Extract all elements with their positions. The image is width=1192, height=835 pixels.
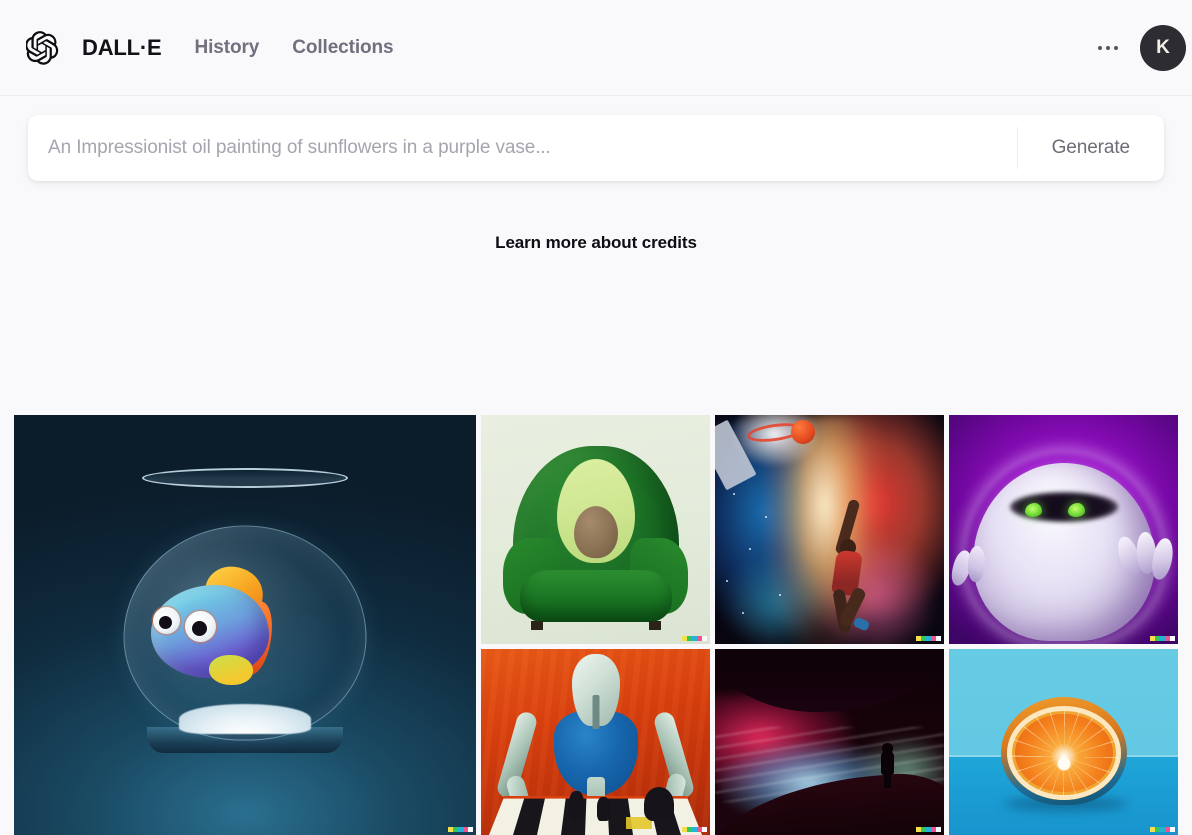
dot	[1106, 46, 1110, 50]
credits-row: Learn more about credits	[0, 181, 1192, 305]
dot	[1114, 46, 1118, 50]
nav-history[interactable]: History	[194, 37, 259, 59]
orange-half-artwork	[949, 649, 1178, 835]
brand-group: DALL·E	[25, 30, 162, 65]
gallery-column-hero	[14, 415, 476, 835]
ellipsis-horizontal-icon[interactable]	[1086, 36, 1130, 60]
dune-figure-artwork	[715, 649, 944, 835]
brand-title: DALL·E	[82, 34, 162, 60]
gallery-tile-avocado-chair[interactable]	[481, 415, 710, 644]
header-actions: K	[1086, 0, 1186, 96]
nav-collections[interactable]: Collections	[292, 37, 393, 59]
dot	[1098, 46, 1102, 50]
gallery-column-2	[481, 415, 710, 835]
dalle-watermark	[1150, 636, 1175, 641]
openai-logo-icon[interactable]	[25, 30, 60, 65]
cosmic-dunk-artwork	[715, 415, 944, 644]
gallery-tile-dune-figure[interactable]	[715, 649, 944, 835]
prompt-section: Generate	[0, 96, 1192, 181]
gallery-tile-cosmic-dunk[interactable]	[715, 415, 944, 644]
gallery-column-3	[715, 415, 944, 835]
gallery-tile-orange-half[interactable]	[949, 649, 1178, 835]
image-gallery	[14, 415, 1180, 835]
avocado-chair-artwork	[481, 415, 710, 644]
gallery-tile-furry-monster[interactable]	[949, 415, 1178, 644]
learn-more-about-credits-link[interactable]: Learn more about credits	[495, 233, 697, 253]
generate-button[interactable]: Generate	[1018, 115, 1164, 181]
dalle-watermark	[916, 636, 941, 641]
furry-monster-artwork	[949, 415, 1178, 644]
gallery-column-4	[949, 415, 1178, 835]
gallery-tile-chess-robot[interactable]	[481, 649, 710, 835]
primary-nav: History Collections	[194, 37, 393, 59]
chess-robot-artwork	[481, 649, 710, 835]
app-header: DALL·E History Collections K	[0, 0, 1192, 96]
avatar[interactable]: K	[1140, 25, 1186, 71]
fishbowl-artwork	[14, 415, 476, 835]
dalle-watermark	[682, 636, 707, 641]
gallery-tile-fishbowl[interactable]	[14, 415, 476, 835]
prompt-input[interactable]	[28, 115, 1017, 181]
prompt-bar: Generate	[28, 115, 1164, 181]
